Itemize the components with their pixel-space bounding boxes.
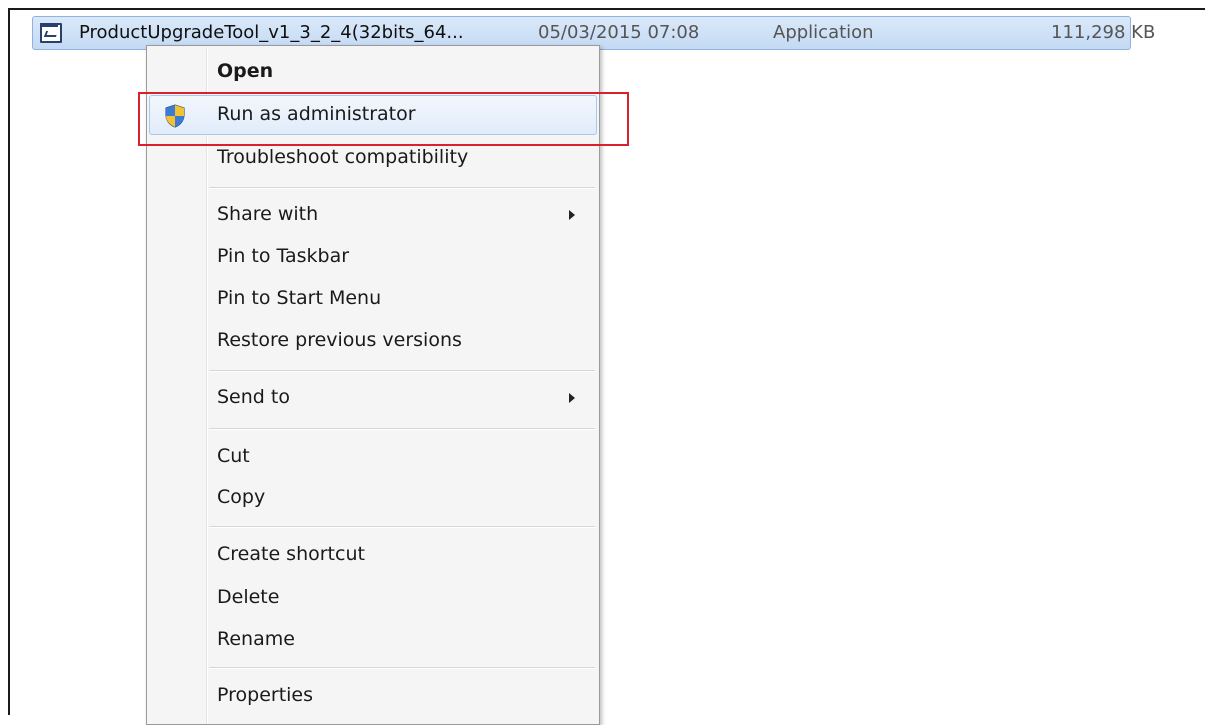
menu-separator xyxy=(209,428,595,430)
menu-item-cut[interactable]: Cut xyxy=(149,437,597,477)
context-menu: Open Run as administrator Troubleshoot c… xyxy=(146,45,600,725)
menu-item-label: Cut xyxy=(217,445,250,467)
menu-item-share-with[interactable]: Share with xyxy=(149,195,597,235)
file-type: Application xyxy=(773,22,874,43)
menu-separator xyxy=(209,526,595,528)
menu-separator xyxy=(209,370,595,372)
menu-item-send-to[interactable]: Send to xyxy=(149,378,597,418)
menu-item-properties[interactable]: Properties xyxy=(149,676,597,716)
menu-separator xyxy=(209,187,595,189)
submenu-arrow-icon xyxy=(569,210,575,220)
menu-item-label: Open xyxy=(217,60,274,82)
file-date-modified: 05/03/2015 07:08 xyxy=(538,22,700,43)
menu-item-label: Create shortcut xyxy=(217,543,365,565)
application-window-icon xyxy=(40,23,62,43)
menu-item-label: Pin to Taskbar xyxy=(217,245,350,267)
menu-item-rename[interactable]: Rename xyxy=(149,620,597,660)
menu-item-label: Restore previous versions xyxy=(217,329,462,351)
frame-left-border xyxy=(8,8,10,715)
frame-top-border xyxy=(8,8,1205,10)
file-size: 111,298 KB xyxy=(1051,22,1156,43)
menu-item-open[interactable]: Open xyxy=(149,52,597,92)
menu-item-copy[interactable]: Copy xyxy=(149,478,597,518)
menu-item-label: Troubleshoot compatibility xyxy=(217,146,469,168)
menu-item-label: Properties xyxy=(217,684,314,706)
submenu-arrow-icon xyxy=(569,393,575,403)
menu-item-label: Share with xyxy=(217,203,319,225)
menu-item-label: Delete xyxy=(217,586,280,608)
menu-item-pin-to-start-menu[interactable]: Pin to Start Menu xyxy=(149,279,597,319)
highlight-annotation-box xyxy=(138,92,629,146)
menu-item-label: Pin to Start Menu xyxy=(217,287,382,309)
menu-item-create-shortcut[interactable]: Create shortcut xyxy=(149,535,597,575)
menu-item-label: Rename xyxy=(217,628,295,650)
menu-item-restore-previous-versions[interactable]: Restore previous versions xyxy=(149,321,597,361)
menu-item-delete[interactable]: Delete xyxy=(149,578,597,618)
menu-item-label: Copy xyxy=(217,486,266,508)
menu-item-label: Send to xyxy=(217,386,290,408)
menu-item-pin-to-taskbar[interactable]: Pin to Taskbar xyxy=(149,237,597,277)
file-name: ProductUpgradeTool_v1_3_2_4(32bits_64... xyxy=(79,22,464,43)
menu-separator xyxy=(209,667,595,669)
